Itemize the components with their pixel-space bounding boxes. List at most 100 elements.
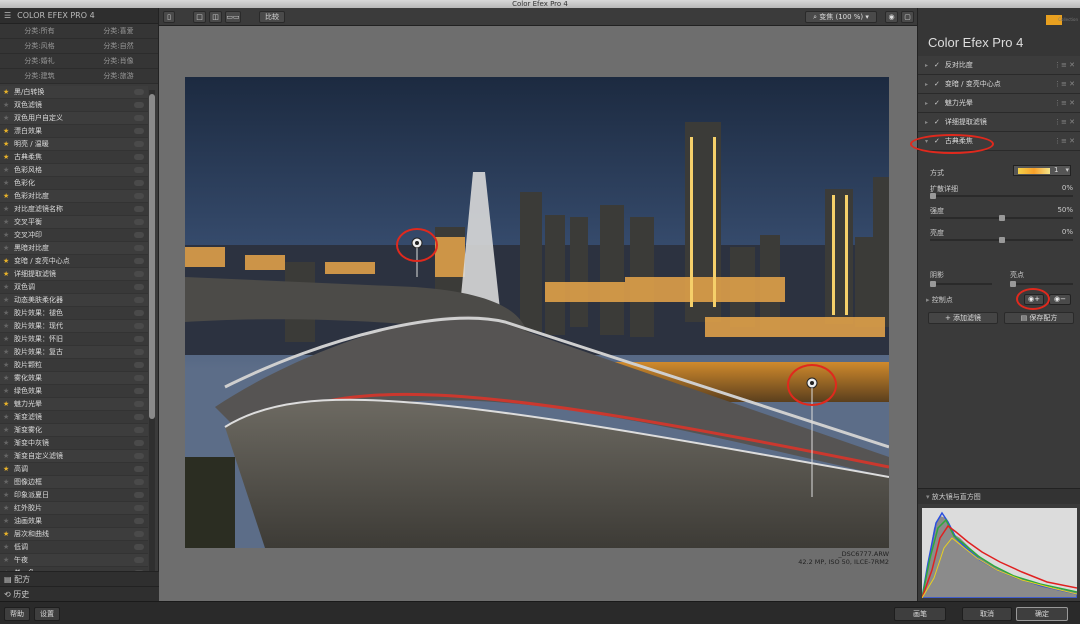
filter-list-item[interactable]: ★ 色彩化 [0, 177, 148, 190]
favorite-star-icon[interactable]: ★ [3, 476, 11, 489]
preview-toggle-icon[interactable] [134, 180, 144, 186]
effect-options-icon[interactable]: ⋮≡ ✕ [1054, 80, 1075, 88]
filter-list-item[interactable]: ★ 胶片颗粒 [0, 359, 148, 372]
filter-list-item[interactable]: ★ 渐变雾化 [0, 424, 148, 437]
favorite-star-icon[interactable]: ★ [3, 177, 11, 190]
filter-scrollbar[interactable] [149, 90, 155, 578]
favorite-star-icon[interactable]: ★ [3, 151, 11, 164]
preview-toggle-icon[interactable] [134, 388, 144, 394]
favorite-star-icon[interactable]: ★ [3, 203, 11, 216]
favorite-star-icon[interactable]: ★ [3, 528, 11, 541]
filter-list-item[interactable]: ★ 明亮 / 温暖 [0, 138, 148, 151]
favorite-star-icon[interactable]: ★ [3, 424, 11, 437]
filter-list-item[interactable]: ★ 动态美肤柔化器 [0, 294, 148, 307]
preview-toggle-icon[interactable] [134, 89, 144, 95]
effect-options-icon[interactable]: ⋮≡ ✕ [1054, 61, 1075, 69]
history-section[interactable]: ⟲ 历史 [0, 586, 159, 601]
slider-track[interactable] [930, 215, 1073, 221]
filter-list-item[interactable]: ★ 双色用户自定义 [0, 112, 148, 125]
filter-list-item[interactable]: ★ 交叉冲印 [0, 229, 148, 242]
preview-toggle-icon[interactable] [134, 531, 144, 537]
menu-icon[interactable]: ☰ [4, 11, 11, 20]
side-by-side-button[interactable]: ▭▭ [225, 11, 241, 23]
preview-toggle-icon[interactable] [134, 115, 144, 121]
filter-list-item[interactable]: ★ 漂白效果 [0, 125, 148, 138]
filter-list-item[interactable]: ★ 渐变中灰镜 [0, 437, 148, 450]
filter-list-item[interactable]: ★ 图像边框 [0, 476, 148, 489]
preview-toggle-icon[interactable] [134, 323, 144, 329]
shadows-slider[interactable] [930, 281, 992, 287]
favorite-star-icon[interactable]: ★ [3, 489, 11, 502]
split-view-button[interactable]: ◫ [209, 11, 222, 23]
preview-toggle-icon[interactable] [134, 193, 144, 199]
effect-options-icon[interactable]: ⋮≡ ✕ [1054, 99, 1075, 107]
favorite-star-icon[interactable]: ★ [3, 463, 11, 476]
slider-track[interactable] [930, 237, 1073, 243]
favorite-star-icon[interactable]: ★ [3, 502, 11, 515]
filter-list-item[interactable]: ★ 胶片效果：褪色 [0, 307, 148, 320]
preview-toggle-icon[interactable] [134, 453, 144, 459]
highlights-slider[interactable] [1010, 281, 1073, 287]
favorite-star-icon[interactable]: ★ [3, 554, 11, 567]
filter-list-item[interactable]: ★ 详细提取滤镜 [0, 268, 148, 281]
checkmark-icon[interactable]: ✓ [934, 61, 940, 69]
filter-list-item[interactable]: ★ 印象派夏日 [0, 489, 148, 502]
effect-row[interactable]: ▸ ✓ 详细提取滤镜 ⋮≡ ✕ [918, 113, 1080, 132]
preview-toggle-icon[interactable] [134, 362, 144, 368]
category-tab[interactable]: 分类:旅游 [79, 69, 158, 84]
loupe-histogram-header[interactable]: ▾ 放大镜与直方图 [918, 488, 1080, 504]
add-filter-button[interactable]: + 添加滤镜 [928, 312, 998, 324]
settings-button[interactable]: 设置 [34, 607, 60, 621]
filter-list-item[interactable]: ★ 高调 [0, 463, 148, 476]
chevron-right-icon[interactable]: ▸ [925, 62, 928, 69]
preview-toggle-icon[interactable] [134, 232, 144, 238]
loupe-button[interactable]: ◉ [885, 11, 898, 23]
fullscreen-button[interactable]: ▢ [901, 11, 914, 23]
scrollbar-thumb[interactable] [149, 94, 155, 419]
category-tab[interactable]: 分类:肖像 [79, 54, 158, 69]
filter-list-item[interactable]: ★ 胶片效果：现代 [0, 320, 148, 333]
preview-toggle-icon[interactable] [134, 466, 144, 472]
filter-list-item[interactable]: ★ 渐变滤镜 [0, 411, 148, 424]
recipes-section[interactable]: ▤ 配方 [0, 571, 159, 586]
filter-list-item[interactable]: ★ 绿色效果 [0, 385, 148, 398]
filter-list-item[interactable]: ★ 油画效果 [0, 515, 148, 528]
chevron-right-icon[interactable]: ▸ [925, 81, 928, 88]
filter-list-item[interactable]: ★ 魅力光晕 [0, 398, 148, 411]
filter-list-item[interactable]: ★ 双色滤镜 [0, 99, 148, 112]
preview-toggle-icon[interactable] [134, 349, 144, 355]
favorite-star-icon[interactable]: ★ [3, 333, 11, 346]
slider-knob[interactable] [930, 193, 936, 199]
favorite-star-icon[interactable]: ★ [3, 320, 11, 333]
cancel-button[interactable]: 取消 [962, 607, 1012, 621]
preview-toggle-icon[interactable] [134, 518, 144, 524]
filter-list-item[interactable]: ★ 色彩风格 [0, 164, 148, 177]
favorite-star-icon[interactable]: ★ [3, 216, 11, 229]
help-button[interactable]: 帮助 [4, 607, 30, 621]
preview-toggle-icon[interactable] [134, 271, 144, 277]
favorite-star-icon[interactable]: ★ [3, 112, 11, 125]
category-tab[interactable]: 分类:婚礼 [0, 54, 79, 69]
category-tab[interactable]: 分类:所有 [0, 24, 79, 39]
category-tab[interactable]: 分类:自然 [79, 39, 158, 54]
favorite-star-icon[interactable]: ★ [3, 411, 11, 424]
filter-list-item[interactable]: ★ 雾化效果 [0, 372, 148, 385]
favorite-star-icon[interactable]: ★ [3, 242, 11, 255]
hide-panel-button[interactable]: ▯ [163, 11, 175, 23]
preview-toggle-icon[interactable] [134, 310, 144, 316]
favorite-star-icon[interactable]: ★ [3, 125, 11, 138]
filter-list-item[interactable]: ★ 低调 [0, 541, 148, 554]
slider-knob[interactable] [1010, 281, 1016, 287]
favorite-star-icon[interactable]: ★ [3, 99, 11, 112]
slider-knob[interactable] [930, 281, 936, 287]
preview-canvas[interactable]: _DSC6777.ARW 42.2 MP, ISO 50, ILCE-7RM2 [159, 26, 917, 601]
favorite-star-icon[interactable]: ★ [3, 190, 11, 203]
filter-list-item[interactable]: ★ 胶片效果：怀旧 [0, 333, 148, 346]
favorite-star-icon[interactable]: ★ [3, 372, 11, 385]
filter-list-item[interactable]: ★ 午夜 [0, 554, 148, 567]
preview-toggle-icon[interactable] [134, 245, 144, 251]
preview-toggle-icon[interactable] [134, 219, 144, 225]
favorite-star-icon[interactable]: ★ [3, 515, 11, 528]
brush-button[interactable]: 画笔 [894, 607, 946, 621]
filter-list-item[interactable]: ★ 对比度滤镜名称 [0, 203, 148, 216]
